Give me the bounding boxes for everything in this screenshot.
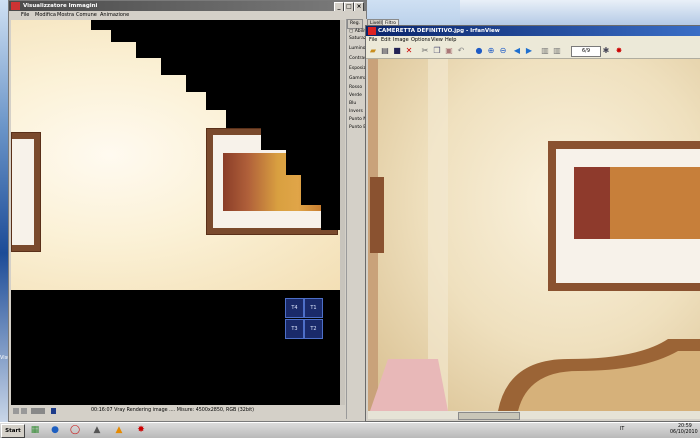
menu-file[interactable]: File — [369, 36, 377, 44]
panel-blu[interactable]: Blu — [349, 101, 356, 106]
start-label: Start — [5, 428, 21, 434]
image-viewer-window: Visualizzatore Immagini _ □ × File Modif… — [8, 0, 400, 422]
app-icon — [11, 2, 20, 10]
start-button[interactable]: Start — [1, 424, 25, 438]
menu-help[interactable]: Help — [445, 36, 456, 44]
undo-icon[interactable]: ↶ — [456, 46, 466, 56]
menu-mostra[interactable]: Mostra — [57, 11, 74, 19]
status-icon — [21, 408, 27, 414]
unrendered-buckets — [91, 20, 340, 230]
irfanview-logo-icon[interactable]: ✸ — [614, 46, 624, 56]
menu-image[interactable]: Image — [393, 36, 409, 44]
open-icon[interactable]: ▰ — [368, 46, 378, 56]
language-indicator[interactable]: IT — [620, 427, 624, 432]
scrollbar-thumb[interactable] — [458, 412, 520, 420]
irfanview-app-icon — [368, 27, 376, 35]
tile-t1[interactable]: T1 — [304, 298, 323, 318]
zoom-out-icon[interactable]: ⊖ — [498, 46, 508, 56]
system-tray: IT 20:59 06/10/2010 — [620, 424, 698, 436]
tile-t3[interactable]: T3 — [285, 319, 304, 339]
irfanview-window: CAMERETTA DEFINITIVO.jpg - IrfanView Fil… — [365, 25, 700, 422]
slideshow-icon[interactable]: ▤ — [380, 46, 390, 56]
clock-time[interactable]: 20:59 — [678, 424, 692, 429]
previous-icon[interactable]: ◀ — [512, 46, 522, 56]
vertical-scrollbar[interactable] — [340, 20, 345, 405]
horizontal-scrollbar[interactable] — [368, 411, 700, 420]
room-photo — [368, 59, 700, 411]
menu-edit[interactable]: Edit — [381, 36, 391, 44]
window-title: Visualizzatore Immagini — [23, 3, 98, 9]
status-bar: 00:16:07 Vray Rendering image .... Misur… — [11, 406, 340, 416]
menu-bar: File Modifica Mostra Comune Animazione — [9, 11, 366, 19]
app-icon[interactable]: ▲ — [90, 424, 104, 436]
tile-t2[interactable]: T2 — [304, 319, 323, 339]
menu-animazione[interactable]: Animazione — [100, 11, 129, 19]
page-counter[interactable]: 6/9 — [571, 46, 601, 57]
irfanview-icon[interactable]: ✸ — [134, 424, 148, 436]
save-icon[interactable]: ■ — [392, 46, 402, 56]
menu-bar: File Edit Image Options View Help — [366, 36, 700, 44]
desktop-icon[interactable]: ▦ — [28, 424, 42, 436]
copy-icon[interactable]: ❐ — [432, 46, 442, 56]
info-icon[interactable]: ● — [474, 46, 484, 56]
zoom-in-icon[interactable]: ⊕ — [486, 46, 496, 56]
last-page-icon[interactable]: ▥ — [552, 46, 562, 56]
next-icon[interactable]: ▶ — [524, 46, 534, 56]
progress-indicator — [51, 408, 56, 414]
toolbar: ▰ ▤ ■ ✕ ✂ ❐ ▣ ↶ ● ⊕ ⊖ ◀ ▶ ▥ ▥ ✱ ✸ — [366, 44, 700, 59]
window-title: CAMERETTA DEFINITIVO.jpg - IrfanView — [378, 28, 500, 34]
panel-invers[interactable]: Invers — [349, 109, 363, 114]
menu-comune[interactable]: Comune — [76, 11, 97, 19]
panel-verde[interactable]: Verde — [349, 93, 362, 98]
window-titlebar[interactable]: Visualizzatore Immagini _ □ × — [9, 1, 366, 12]
menu-options[interactable]: Options — [411, 36, 430, 44]
tab-reg[interactable]: Reg. — [347, 19, 363, 29]
panel-rosso[interactable]: Rosso — [349, 85, 362, 90]
zoom-control[interactable] — [31, 408, 45, 414]
render-tiles-panel: T4 T1 T3 T2 — [285, 298, 323, 342]
taskbar: Start ▦ ● ◯ ▲ ▲ ✸ IT 20:59 06/10/2010 — [0, 422, 700, 438]
first-page-icon[interactable]: ▥ — [540, 46, 550, 56]
settings-icon[interactable]: ✱ — [601, 46, 611, 56]
image-view[interactable] — [368, 59, 700, 411]
opera-icon[interactable]: ◯ — [68, 424, 82, 436]
tile-t4[interactable]: T4 — [285, 298, 304, 318]
menu-modifica[interactable]: Modifica — [35, 11, 56, 19]
status-icon — [13, 408, 19, 414]
paste-icon[interactable]: ▣ — [444, 46, 454, 56]
color-correction-panel: Reg. ▢ Abilita Saturazio Luminosit Contr… — [346, 19, 373, 419]
clock-date[interactable]: 06/10/2010 — [670, 430, 698, 435]
browser-icon[interactable]: ● — [48, 424, 62, 436]
delete-icon[interactable]: ✕ — [404, 46, 414, 56]
menu-file[interactable]: File — [21, 11, 29, 19]
status-text: 00:16:07 Vray Rendering image .... Misur… — [91, 408, 254, 413]
menu-view[interactable]: View — [431, 36, 443, 44]
render-canvas[interactable]: T4 T1 T3 T2 — [11, 20, 340, 405]
cut-icon[interactable]: ✂ — [420, 46, 430, 56]
window-titlebar[interactable]: CAMERETTA DEFINITIVO.jpg - IrfanView — [366, 26, 700, 36]
vlc-icon[interactable]: ▲ — [112, 424, 126, 436]
